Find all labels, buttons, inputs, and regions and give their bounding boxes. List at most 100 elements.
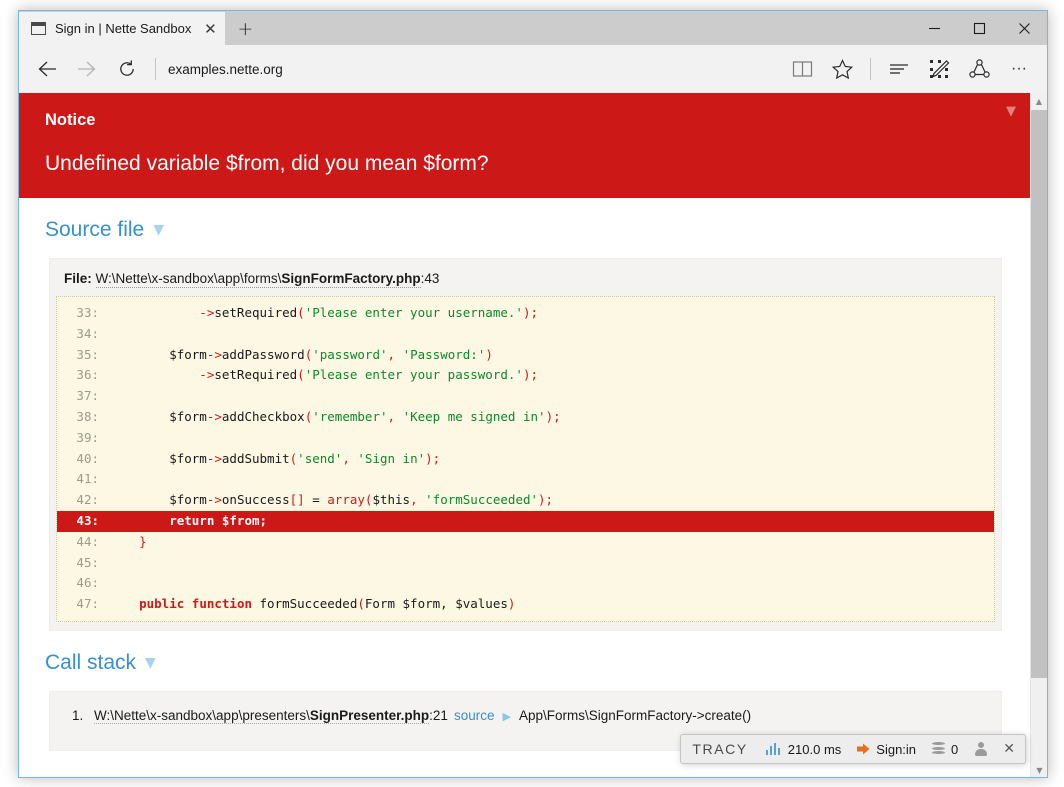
tracy-logo[interactable]: TRACY (683, 741, 757, 757)
code-line-number: 45: (76, 554, 99, 570)
play-icon[interactable]: ▶ (502, 710, 510, 723)
address-bar-url: examples.nette.org (168, 61, 283, 77)
code-line-number: 34: (76, 325, 99, 341)
call-stack-source-link[interactable]: source (454, 708, 495, 723)
call-stack-row: 1. W:\Nette\x-sandbox\app\presenters\Sig… (50, 708, 1001, 724)
call-stack-heading-label: Call stack (45, 650, 137, 674)
tracy-route-label: Sign:in (876, 741, 917, 757)
browser-tab[interactable]: Sign in | Nette Sandbox ✕ (19, 12, 226, 45)
new-tab-button[interactable]: + (225, 12, 265, 45)
chevron-down-icon[interactable]: ▼ (153, 222, 164, 238)
source-file-heading[interactable]: Source file ▼ (19, 198, 1030, 242)
hub-icon[interactable] (879, 49, 919, 89)
code-line-number: 39: (76, 429, 99, 445)
notice-banner: Notice Undefined variable $from, did you… (19, 93, 1030, 198)
code-line-text: $form->addPassword('password', 'Password… (109, 346, 493, 362)
tracy-time-item[interactable]: 210.0 ms (758, 735, 849, 763)
toolbar-divider (155, 58, 156, 80)
code-line-number: 36: (76, 367, 99, 383)
page-viewport: Notice Undefined variable $from, did you… (19, 93, 1047, 777)
file-path-link[interactable]: W:\Nette\x-sandbox\app\forms\SignFormFac… (95, 271, 421, 288)
source-code-block: 33: ->setRequired('Please enter your use… (56, 296, 995, 622)
code-line-text: $form->onSuccess[] = array($this, 'formS… (109, 492, 554, 508)
call-stack-path: W:\Nette\x-sandbox\app\presenters\ (94, 707, 310, 723)
code-line: 38: $form->addCheckbox('remember', 'Keep… (57, 407, 994, 428)
browser-window: Sign in | Nette Sandbox ✕ + examples.net… (18, 10, 1048, 778)
address-bar[interactable]: examples.nette.org (164, 49, 782, 89)
code-line: 35: $form->addPassword('password', 'Pass… (57, 345, 994, 366)
code-line-number: 44: (76, 533, 99, 549)
call-stack-index: 1. (72, 707, 84, 723)
code-line: 45: (57, 553, 994, 574)
share-icon[interactable] (959, 49, 999, 89)
refresh-icon[interactable] (107, 49, 147, 89)
book-icon[interactable] (782, 49, 822, 89)
tracy-queries-count: 0 (951, 741, 959, 757)
title-bar: Sign in | Nette Sandbox ✕ + (19, 11, 1047, 45)
code-line-number: 42: (76, 492, 99, 508)
file-path-line: File: W:\Nette\x-sandbox\app\forms\SignF… (50, 259, 1001, 296)
tracy-user-item[interactable] (966, 735, 995, 763)
more-icon[interactable]: ··· (999, 49, 1039, 89)
orange-arrow-icon (857, 743, 870, 755)
tracy-time-label: 210.0 ms (787, 741, 842, 757)
window-controls (912, 11, 1047, 45)
code-line-text: ->setRequired('Please enter your usernam… (109, 305, 538, 320)
scroll-up-arrow[interactable]: ▲ (1031, 93, 1047, 110)
file-label: File: (64, 271, 92, 286)
code-line: 39: (57, 428, 994, 449)
tracy-close-icon[interactable]: ✕ (995, 741, 1023, 757)
source-file-heading-label: Source file (45, 218, 145, 241)
maximize-button[interactable] (957, 11, 1002, 45)
code-line: 33: ->setRequired('Please enter your use… (57, 303, 994, 324)
code-line-text: $form->addSubmit('send', 'Sign in'); (109, 450, 441, 466)
page-scrollbar[interactable]: ▲ ▼ (1030, 93, 1047, 777)
web-note-icon[interactable] (919, 49, 959, 89)
forward-icon[interactable] (67, 49, 107, 89)
code-line-number: 33: (76, 305, 99, 320)
code-line-text: $form->addCheckbox('remember', 'Keep me … (109, 408, 561, 424)
call-stack-file: SignPresenter.php (309, 707, 430, 723)
toolbar-actions: ··· (782, 49, 1039, 89)
code-line-text: } (139, 533, 147, 549)
code-line-number: 41: (76, 471, 99, 487)
code-line: 46: (57, 573, 994, 594)
minimize-button[interactable] (912, 11, 957, 45)
code-line-number: 40: (76, 450, 99, 466)
notice-collapse-icon[interactable]: ▼ (1006, 105, 1016, 118)
bar-chart-icon (765, 743, 782, 755)
file-path-text: W:\Nette\x-sandbox\app\forms\ (95, 271, 282, 286)
page-content: Notice Undefined variable $from, did you… (19, 93, 1030, 777)
code-line: 41: (57, 469, 994, 490)
scroll-down-arrow[interactable]: ▼ (1031, 762, 1047, 777)
code-line: 40: $form->addSubmit('send', 'Sign in'); (57, 449, 994, 470)
call-stack-heading[interactable]: Call stack ▼ (19, 631, 1030, 675)
code-line-number: 46: (76, 575, 99, 591)
toolbar-divider-2 (870, 58, 871, 80)
code-line-number: 35: (76, 346, 99, 362)
code-line-text: ->setRequired('Please enter your passwor… (109, 367, 538, 383)
tracy-route-item[interactable]: Sign:in (849, 735, 924, 763)
code-line-text: return $from; (109, 512, 268, 528)
star-icon[interactable] (822, 49, 862, 89)
call-stack-call: App\Forms\SignFormFactory->create() (518, 707, 752, 723)
tracy-database-item[interactable]: 0 (924, 735, 966, 763)
file-line-number: :43 (420, 271, 440, 286)
database-icon (932, 742, 946, 756)
scrollbar-thumb[interactable] (1031, 110, 1047, 678)
source-file-panel: File: W:\Nette\x-sandbox\app\forms\SignF… (49, 258, 1002, 631)
chevron-down-icon-2[interactable]: ▼ (145, 655, 156, 671)
code-line-number: 38: (76, 408, 99, 424)
call-stack-line: :21 (429, 707, 448, 723)
code-line-number: 37: (76, 388, 99, 404)
notice-label: Notice (45, 111, 96, 129)
notice-message: Undefined variable $from, did you mean $… (45, 152, 489, 175)
page-icon (31, 22, 46, 35)
code-line: 37: (57, 386, 994, 407)
close-button[interactable] (1002, 11, 1047, 45)
tab-close-icon[interactable]: ✕ (201, 20, 219, 38)
tracy-debug-bar: TRACY 210.0 ms Sign:in 0 ✕ (680, 734, 1026, 764)
call-stack-path-link[interactable]: W:\Nette\x-sandbox\app\presenters\SignPr… (94, 707, 430, 724)
back-icon[interactable] (27, 49, 67, 89)
code-line: 44: } (57, 532, 994, 553)
